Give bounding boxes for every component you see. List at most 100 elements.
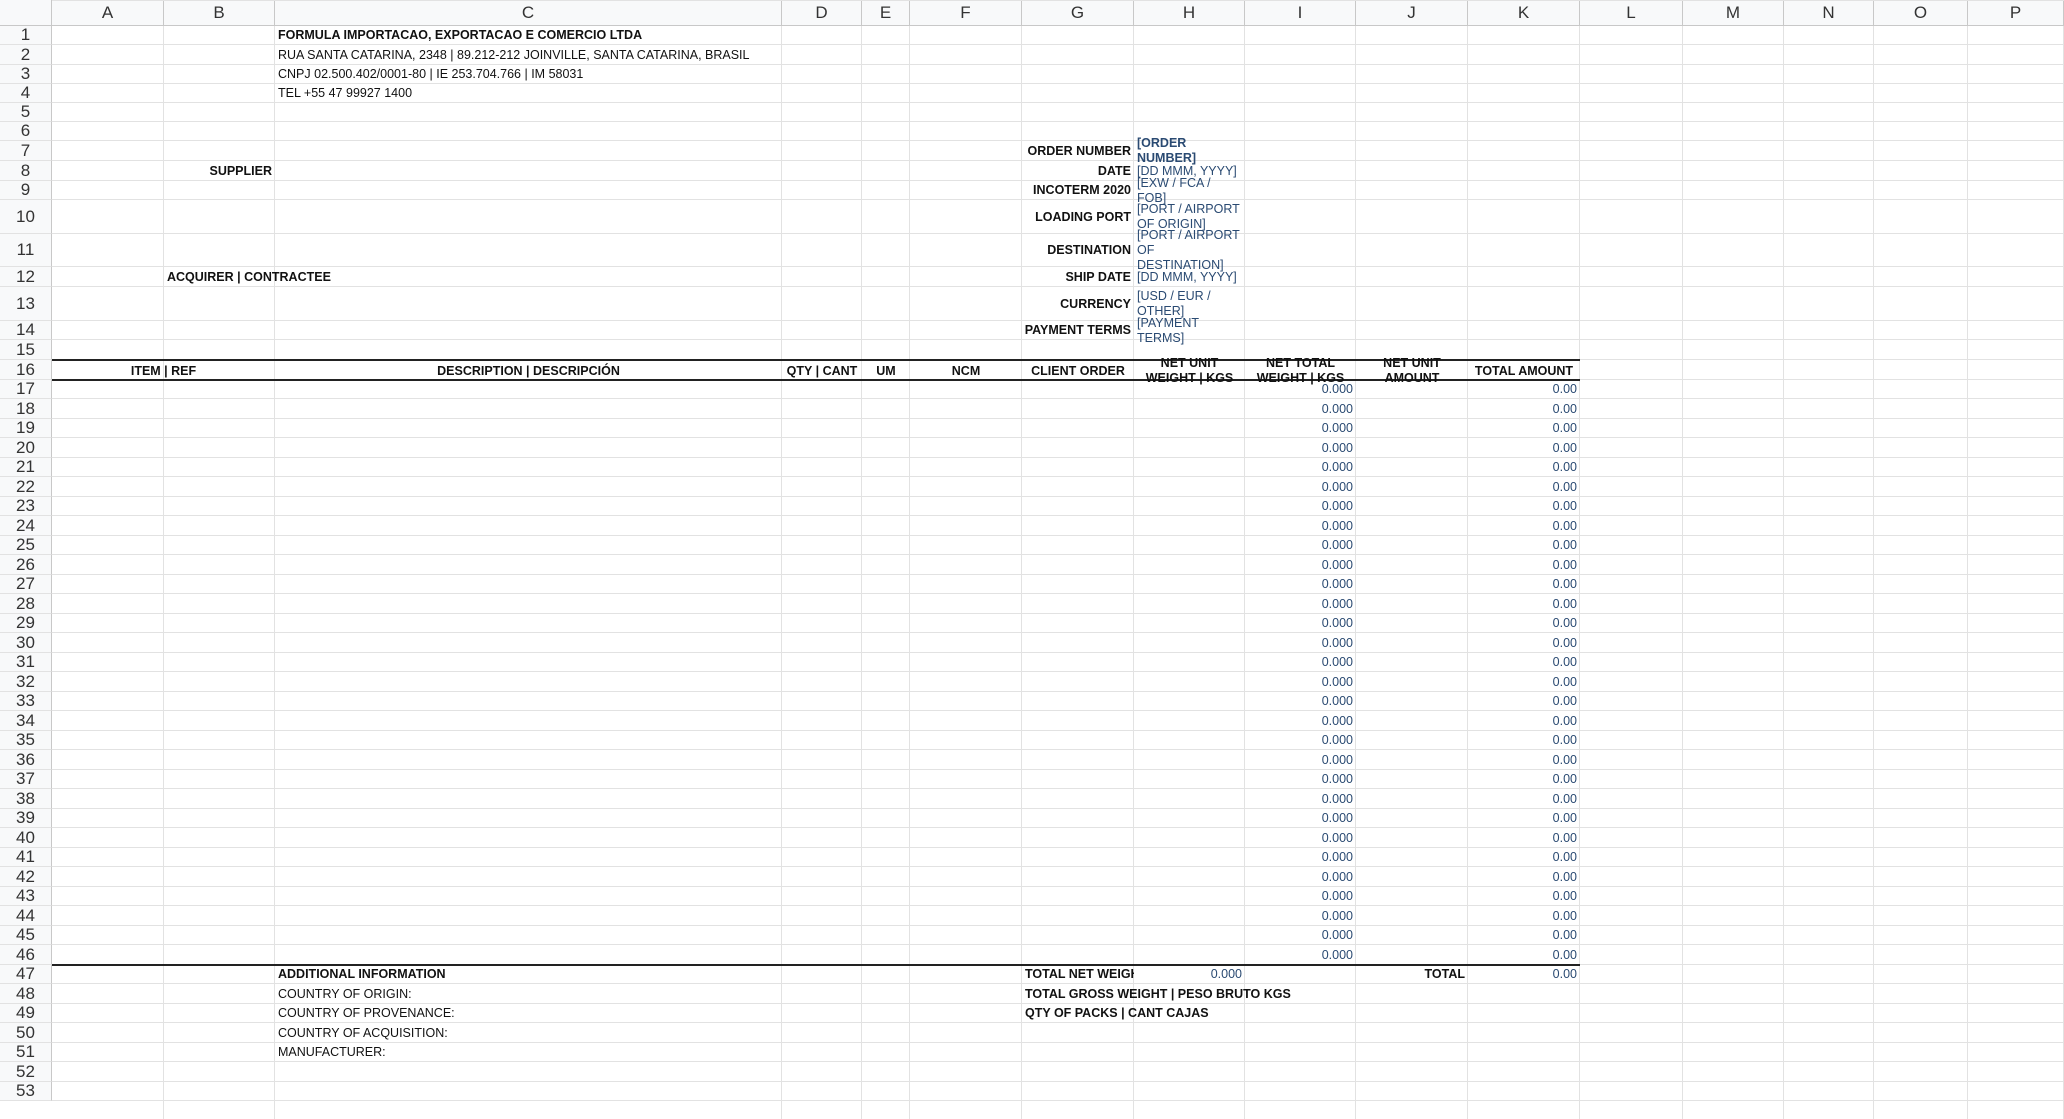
row-header-22[interactable]: 22 [0,477,52,497]
row-total-amount[interactable]: 0.00 [1468,867,1580,887]
row-header-39[interactable]: 39 [0,808,52,828]
row-net-total-weight[interactable]: 0.000 [1245,789,1356,809]
row-total-amount[interactable]: 0.00 [1468,477,1580,497]
row-net-total-weight[interactable]: 0.000 [1245,750,1356,770]
row-net-total-weight[interactable]: 0.000 [1245,672,1356,692]
row-header-50[interactable]: 50 [0,1023,52,1043]
ship-date-value[interactable]: [DD MMM, YYYY] [1134,267,1245,287]
row-total-amount[interactable]: 0.00 [1468,692,1580,711]
column-header-m[interactable]: M [1683,0,1784,26]
row-header-44[interactable]: 44 [0,906,52,926]
row-header-8[interactable]: 8 [0,161,52,181]
row-header-48[interactable]: 48 [0,984,52,1004]
column-header-l[interactable]: L [1580,0,1683,26]
row-header-38[interactable]: 38 [0,789,52,809]
destination-value[interactable]: [PORT / AIRPORT OF DESTINATION] [1134,228,1245,272]
row-header-35[interactable]: 35 [0,730,52,750]
row-total-amount[interactable]: 0.00 [1468,789,1580,809]
row-header-37[interactable]: 37 [0,769,52,789]
row-header-33[interactable]: 33 [0,691,52,711]
row-header-15[interactable]: 15 [0,340,52,360]
row-net-total-weight[interactable]: 0.000 [1245,828,1356,848]
row-header-51[interactable]: 51 [0,1042,52,1062]
row-header-7[interactable]: 7 [0,141,52,161]
row-header-31[interactable]: 31 [0,652,52,672]
row-header-14[interactable]: 14 [0,320,52,340]
row-header-28[interactable]: 28 [0,594,52,614]
row-net-total-weight[interactable]: 0.000 [1245,419,1356,438]
row-header-52[interactable]: 52 [0,1062,52,1082]
row-header-3[interactable]: 3 [0,64,52,84]
row-header-42[interactable]: 42 [0,867,52,887]
column-header-b[interactable]: B [164,0,275,26]
row-total-amount[interactable]: 0.00 [1468,633,1580,653]
row-net-total-weight[interactable]: 0.000 [1245,945,1356,965]
row-header-4[interactable]: 4 [0,83,52,103]
row-header-2[interactable]: 2 [0,45,52,65]
row-header-20[interactable]: 20 [0,438,52,458]
row-total-amount[interactable]: 0.00 [1468,399,1580,419]
row-total-amount[interactable]: 0.00 [1468,575,1580,594]
row-header-47[interactable]: 47 [0,964,52,984]
column-header-d[interactable]: D [782,0,862,26]
spreadsheet-grid[interactable]: A B C D E F G H I J K L M N O P 1 2 3 4 5 6 7 8 9 10 11 12 13 14 15 16 1… [0,0,2064,1119]
row-net-total-weight[interactable]: 0.000 [1245,614,1356,633]
column-header-j[interactable]: J [1356,0,1468,26]
row-header-18[interactable]: 18 [0,399,52,419]
row-total-amount[interactable]: 0.00 [1468,438,1580,458]
row-header-13[interactable]: 13 [0,287,52,321]
row-total-amount[interactable]: 0.00 [1468,906,1580,926]
row-header-30[interactable]: 30 [0,633,52,653]
row-net-total-weight[interactable]: 0.000 [1245,399,1356,419]
row-header-29[interactable]: 29 [0,613,52,633]
row-header-25[interactable]: 25 [0,535,52,555]
row-header-24[interactable]: 24 [0,516,52,536]
row-total-amount[interactable]: 0.00 [1468,809,1580,828]
row-header-23[interactable]: 23 [0,496,52,516]
row-net-total-weight[interactable]: 0.000 [1245,887,1356,906]
row-net-total-weight[interactable]: 0.000 [1245,497,1356,516]
row-header-53[interactable]: 53 [0,1081,52,1101]
row-net-total-weight[interactable]: 0.000 [1245,477,1356,497]
row-total-amount[interactable]: 0.00 [1468,887,1580,906]
row-header-34[interactable]: 34 [0,711,52,731]
row-net-total-weight[interactable]: 0.000 [1245,555,1356,575]
row-total-amount[interactable]: 0.00 [1468,653,1580,672]
row-net-total-weight[interactable]: 0.000 [1245,536,1356,555]
row-header-27[interactable]: 27 [0,574,52,594]
row-net-total-weight[interactable]: 0.000 [1245,633,1356,653]
row-header-17[interactable]: 17 [0,379,52,399]
column-header-p[interactable]: P [1968,0,2064,26]
row-total-amount[interactable]: 0.00 [1468,419,1580,438]
column-header-i[interactable]: I [1245,0,1356,26]
row-header-36[interactable]: 36 [0,750,52,770]
row-header-16[interactable]: 16 [0,360,52,380]
row-total-amount[interactable]: 0.00 [1468,750,1580,770]
row-header-49[interactable]: 49 [0,1003,52,1023]
row-total-amount[interactable]: 0.00 [1468,594,1580,614]
row-net-total-weight[interactable]: 0.000 [1245,516,1356,536]
order-number-value[interactable]: [ORDER NUMBER] [1134,136,1245,165]
column-header-a[interactable]: A [52,0,164,26]
row-header-12[interactable]: 12 [0,267,52,287]
row-total-amount[interactable]: 0.00 [1468,380,1580,399]
incoterm-2020-value[interactable]: [EXW / FCA / FOB] [1134,176,1245,205]
column-header-c[interactable]: C [275,0,782,26]
row-header-19[interactable]: 19 [0,418,52,438]
row-header-46[interactable]: 46 [0,945,52,965]
row-header-6[interactable]: 6 [0,121,52,141]
row-total-amount[interactable]: 0.00 [1468,945,1580,965]
row-net-total-weight[interactable]: 0.000 [1245,731,1356,750]
row-header-41[interactable]: 41 [0,847,52,867]
row-header-21[interactable]: 21 [0,457,52,477]
row-total-amount[interactable]: 0.00 [1468,848,1580,867]
row-net-total-weight[interactable]: 0.000 [1245,438,1356,458]
column-header-n[interactable]: N [1784,0,1874,26]
select-all-corner[interactable] [0,0,52,26]
row-net-total-weight[interactable]: 0.000 [1245,653,1356,672]
column-header-o[interactable]: O [1874,0,1968,26]
row-header-45[interactable]: 45 [0,925,52,945]
row-net-total-weight[interactable]: 0.000 [1245,770,1356,789]
row-total-amount[interactable]: 0.00 [1468,458,1580,477]
row-header-43[interactable]: 43 [0,886,52,906]
